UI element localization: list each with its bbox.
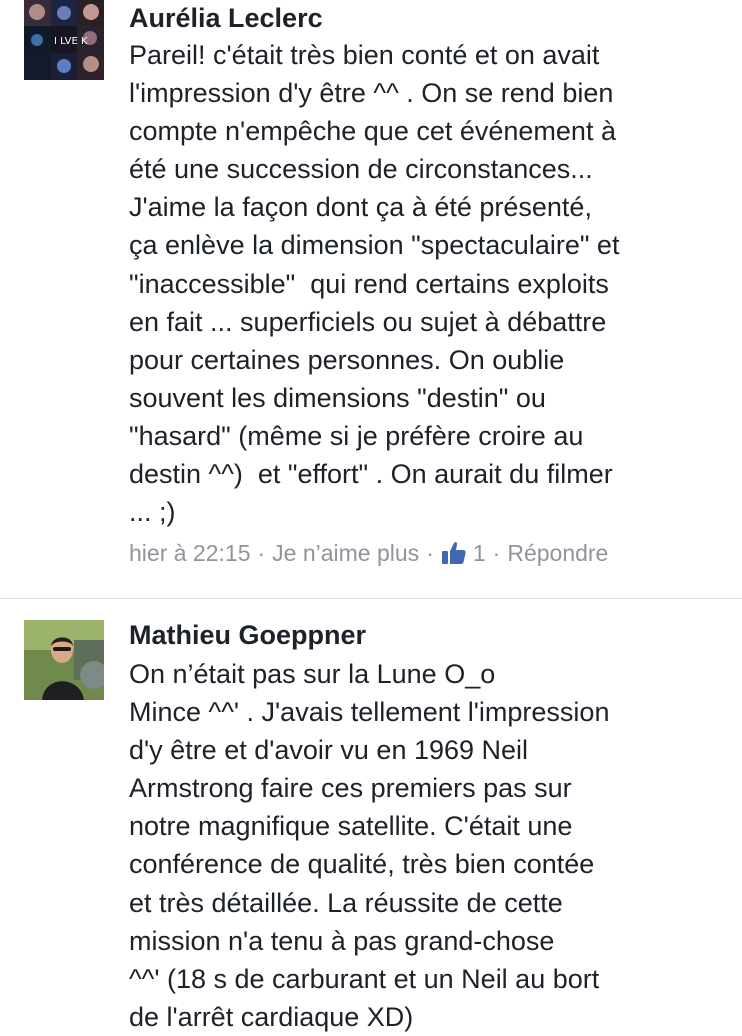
avatar-caption: I LVE K: [54, 36, 88, 47]
comment-divider: [0, 598, 742, 599]
comment-line: Mince ^^' . J'avais tellement l'impressi…: [129, 697, 610, 728]
comment-line: ^^' (18 s de carburant et un Neil au bor…: [129, 963, 600, 994]
comment-line: mission n'a tenu à pas grand-chose: [129, 925, 555, 956]
comment-line: été une succession de circonstances...: [129, 154, 593, 185]
comment-line: en fait ... superficiels ou sujet à déba…: [129, 306, 607, 337]
comment-line: Armstrong faire ces premiers pas sur: [129, 773, 572, 804]
comment-line: l'impression d'y être ^^ . On se rend bi…: [129, 78, 614, 109]
comment-line: et très détaillée. La réussite de cette: [129, 887, 563, 918]
comment-author[interactable]: Mathieu Goeppner: [129, 619, 366, 651]
comment-text: On n’était pas sur la Lune O_o Mince ^^'…: [129, 655, 609, 1036]
avatar[interactable]: [24, 620, 104, 700]
unlike-button[interactable]: Je n’aime plus: [272, 538, 419, 568]
comment-line: ça enlève la dimension "spectaculaire" e…: [129, 230, 620, 261]
comment-line: Pareil! c'était très bien conté et on av…: [129, 40, 600, 70]
reply-button[interactable]: Répondre: [507, 538, 608, 568]
comment-line: souvent les dimensions "destin" ou: [129, 382, 546, 413]
comment-line: conférence de qualité, très bien contée: [129, 849, 595, 880]
meta-separator: ·: [492, 540, 501, 566]
comment-line: "inaccessible" qui rend certains exploit…: [129, 268, 609, 299]
avatar[interactable]: I LVE K: [24, 0, 104, 80]
comment-line: destin ^^) et "effort" . On aurait du fi…: [129, 459, 613, 490]
comment-line: On n’était pas sur la Lune O_o: [129, 659, 496, 689]
comment-meta: hier à 22:15 · Je n’aime plus · 1 · Répo…: [129, 538, 608, 568]
comment-line: d'y être et d'avoir vu en 1969 Neil: [129, 735, 529, 766]
comment-author[interactable]: Aurélia Leclerc: [129, 2, 323, 34]
avatar-collage-image: I LVE K: [24, 0, 104, 80]
avatar-photo-image: [24, 620, 104, 700]
comment-line: "hasard" (même si je préfère croire au: [129, 420, 584, 451]
meta-separator: ·: [426, 540, 434, 566]
like-count[interactable]: 1: [473, 538, 486, 568]
comment-text: Pareil! c'était très bien conté et on av…: [129, 36, 619, 531]
comment-timestamp[interactable]: hier à 22:15: [129, 538, 250, 568]
comment-line: ... ;): [129, 497, 176, 528]
comment-line: compte n'empêche que cet événement à: [129, 116, 616, 147]
meta-separator: ·: [257, 540, 266, 566]
comment-line: notre magnifique satellite. C'était une: [129, 811, 573, 842]
comment-line: pour certaines personnes. On oublie: [129, 344, 565, 375]
comment-line: de l'arrêt cardiaque XD): [129, 1001, 414, 1032]
comment-line: J'aime la façon dont ça à été présenté,: [129, 192, 592, 223]
thumbs-up-icon[interactable]: [441, 540, 467, 566]
